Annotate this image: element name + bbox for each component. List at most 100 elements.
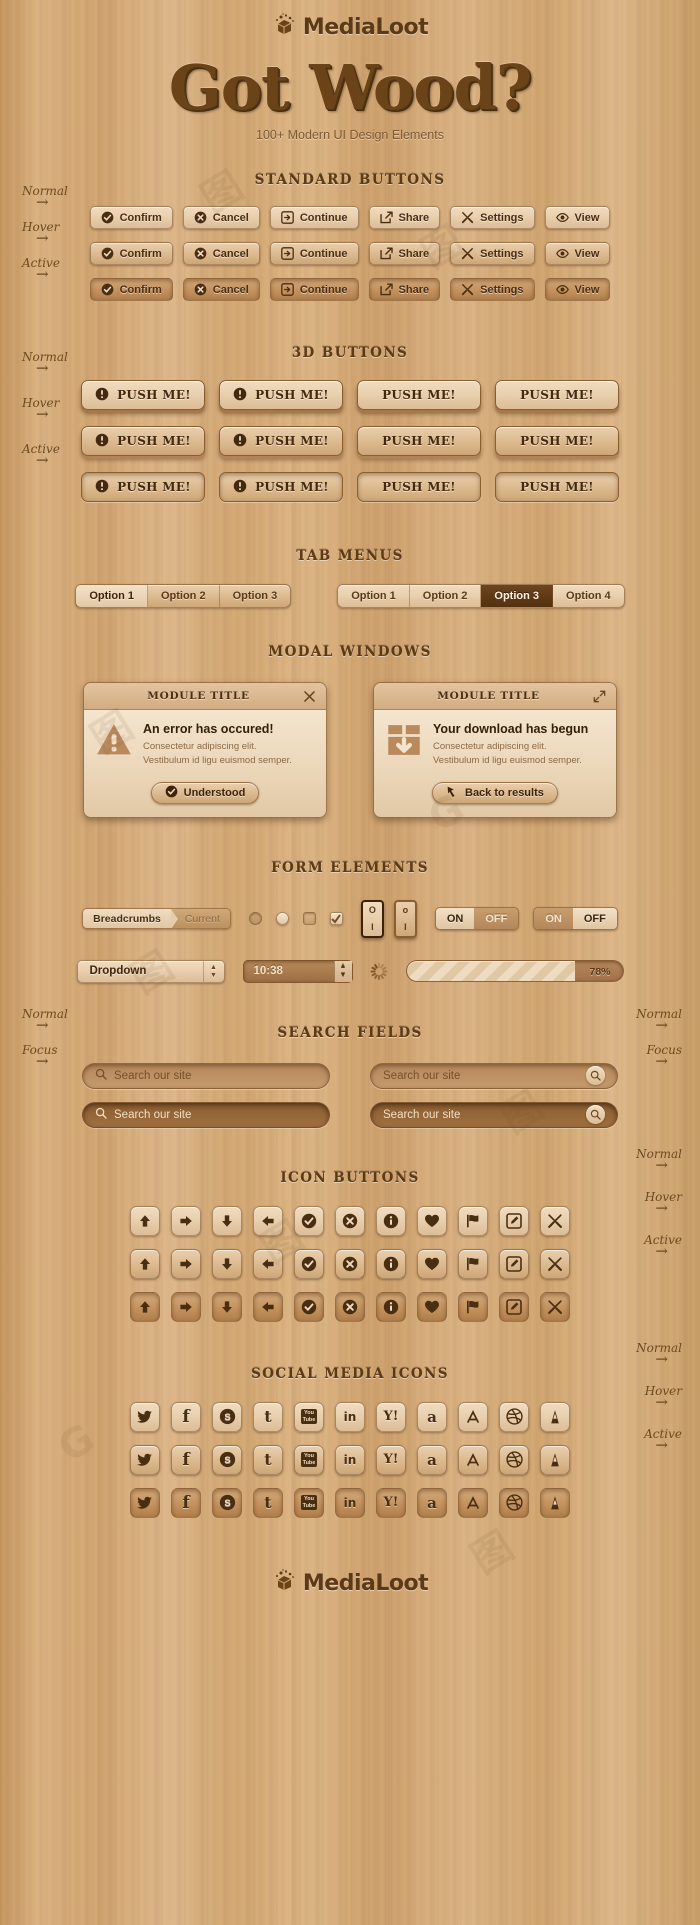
push-me-button-active-2[interactable]: PUSH ME! [357, 472, 481, 502]
search-icon[interactable] [95, 1107, 107, 1122]
social-button-appstore-active[interactable] [458, 1487, 488, 1518]
standard-button-cancel-hover[interactable]: Cancel [182, 242, 260, 265]
standard-button-view-active[interactable]: View [544, 278, 611, 301]
toggle-on-label[interactable]: ON [534, 908, 573, 930]
modal-action-button[interactable]: Back to results [432, 781, 558, 804]
search-field-focus-right[interactable]: Search our site [370, 1101, 618, 1128]
toggle-on-label[interactable]: ON [435, 908, 475, 930]
social-button-facebook-hover[interactable]: f [171, 1444, 201, 1475]
social-button-facebook-active[interactable]: f [171, 1487, 201, 1518]
icon-button-edit-square-hover[interactable] [499, 1248, 529, 1279]
push-me-button-hover-0[interactable]: PUSH ME! [81, 426, 205, 456]
icon-button-arrow-right-hover[interactable] [171, 1248, 201, 1279]
social-button-evernote-normal[interactable] [540, 1401, 570, 1432]
standard-button-view-normal[interactable]: View [544, 206, 611, 229]
icon-button-flag-normal[interactable] [458, 1205, 488, 1236]
social-button-amazon-active[interactable]: a [417, 1487, 447, 1518]
radio-unselected[interactable] [248, 912, 262, 926]
icon-button-tools-cross-hover[interactable] [540, 1248, 570, 1279]
breadcrumb-item-active[interactable]: Breadcrumbs [83, 909, 178, 929]
social-button-twitter-hover[interactable] [130, 1444, 160, 1475]
icon-button-edit-square-normal[interactable] [499, 1205, 529, 1236]
tab-option-1-right[interactable]: Option 1 [338, 585, 410, 607]
icon-button-x-circle-hover[interactable] [335, 1248, 365, 1279]
toggle-on[interactable]: ON OFF [434, 907, 520, 931]
breadcrumb-item-current[interactable]: Current [170, 909, 230, 929]
push-me-button-hover-2[interactable]: PUSH ME! [357, 426, 481, 456]
standard-button-continue-active[interactable]: Continue [269, 278, 359, 301]
standard-button-continue-hover[interactable]: Continue [269, 242, 359, 265]
tab-option-3-left[interactable]: Option 3 [220, 585, 291, 607]
search-field-normal-right[interactable]: Search our site [370, 1062, 618, 1089]
standard-button-settings-normal[interactable]: Settings [450, 206, 535, 229]
standard-button-cancel-active[interactable]: Cancel [182, 278, 260, 301]
icon-button-info-circle-hover[interactable] [376, 1248, 406, 1279]
standard-button-confirm-normal[interactable]: Confirm [89, 206, 173, 229]
tab-option-3-right[interactable]: Option 3 [481, 585, 554, 607]
search-button[interactable] [586, 1105, 605, 1125]
time-input[interactable]: 10:38 ▲ ▼ [242, 959, 353, 983]
dropdown[interactable]: Dropdown ▲ ▼ [76, 959, 225, 983]
icon-button-x-circle-normal[interactable] [335, 1205, 365, 1236]
standard-button-settings-active[interactable]: Settings [450, 278, 535, 301]
icon-button-arrow-down-hover[interactable] [212, 1248, 242, 1279]
icon-button-arrow-down-normal[interactable] [212, 1205, 242, 1236]
push-me-button-normal-3[interactable]: PUSH ME! [495, 380, 619, 410]
rocker-switch-light[interactable]: o I [393, 899, 417, 938]
push-me-button-hover-3[interactable]: PUSH ME! [495, 426, 619, 456]
radio-selected[interactable] [275, 912, 289, 926]
social-button-dribbble-active[interactable] [499, 1487, 529, 1518]
expand-icon[interactable] [593, 690, 606, 703]
standard-button-share-normal[interactable]: Share [368, 206, 441, 229]
social-button-appstore-normal[interactable] [458, 1401, 488, 1432]
social-button-evernote-hover[interactable] [540, 1444, 570, 1475]
social-button-tumblr-active[interactable]: t [253, 1487, 283, 1518]
close-icon[interactable] [303, 690, 316, 703]
social-button-linkedin-active[interactable]: in [335, 1487, 365, 1518]
tab-option-4-right[interactable]: Option 4 [553, 585, 624, 607]
social-button-facebook-normal[interactable]: f [171, 1401, 201, 1432]
icon-button-arrow-up-normal[interactable] [130, 1205, 160, 1236]
social-button-linkedin-normal[interactable]: in [335, 1401, 365, 1432]
social-button-youtube-normal[interactable]: You Tube [294, 1401, 324, 1432]
social-button-dribbble-hover[interactable] [499, 1444, 529, 1475]
social-button-twitter-active[interactable] [130, 1487, 160, 1518]
social-button-yahoo-normal[interactable]: Y! [376, 1401, 406, 1432]
icon-button-arrow-up-hover[interactable] [130, 1248, 160, 1279]
icon-button-info-circle-active[interactable] [376, 1291, 406, 1322]
push-me-button-normal-1[interactable]: PUSH ME! [219, 380, 343, 410]
icon-button-arrow-left-active[interactable] [253, 1291, 283, 1322]
toggle-off-label[interactable]: OFF [474, 908, 519, 930]
icon-button-arrow-down-active[interactable] [212, 1291, 242, 1322]
push-me-button-active-3[interactable]: PUSH ME! [495, 472, 619, 502]
social-button-twitter-normal[interactable] [130, 1401, 160, 1432]
push-me-button-active-1[interactable]: PUSH ME! [219, 472, 343, 502]
rocker-switch-dark[interactable]: O I [360, 899, 384, 938]
icon-button-check-circle-normal[interactable] [294, 1205, 324, 1236]
icon-button-info-circle-normal[interactable] [376, 1205, 406, 1236]
icon-button-arrow-up-active[interactable] [130, 1291, 160, 1322]
social-button-skype-hover[interactable]: S [212, 1444, 242, 1475]
social-button-yahoo-hover[interactable]: Y! [376, 1444, 406, 1475]
icon-button-heart-hover[interactable] [417, 1248, 447, 1279]
social-button-skype-active[interactable]: S [212, 1487, 242, 1518]
standard-button-share-hover[interactable]: Share [368, 242, 441, 265]
search-button[interactable] [586, 1066, 605, 1086]
social-button-evernote-active[interactable] [540, 1487, 570, 1518]
social-button-tumblr-hover[interactable]: t [253, 1444, 283, 1475]
social-button-youtube-active[interactable]: You Tube [294, 1487, 324, 1518]
social-button-yahoo-active[interactable]: Y! [376, 1487, 406, 1518]
toggle-off-label[interactable]: OFF [572, 908, 617, 930]
icon-button-check-circle-active[interactable] [294, 1291, 324, 1322]
standard-button-share-active[interactable]: Share [368, 278, 441, 301]
push-me-button-normal-0[interactable]: PUSH ME! [81, 380, 205, 410]
icon-button-x-circle-active[interactable] [335, 1291, 365, 1322]
push-me-button-active-0[interactable]: PUSH ME! [81, 472, 205, 502]
social-button-amazon-normal[interactable]: a [417, 1401, 447, 1432]
icon-button-tools-cross-active[interactable] [540, 1291, 570, 1322]
icon-button-flag-hover[interactable] [458, 1248, 488, 1279]
dropdown-stepper[interactable]: ▲ ▼ [202, 960, 224, 982]
checkbox-checked[interactable] [329, 912, 343, 926]
standard-button-confirm-active[interactable]: Confirm [89, 278, 173, 301]
tab-option-2-left[interactable]: Option 2 [148, 585, 220, 607]
